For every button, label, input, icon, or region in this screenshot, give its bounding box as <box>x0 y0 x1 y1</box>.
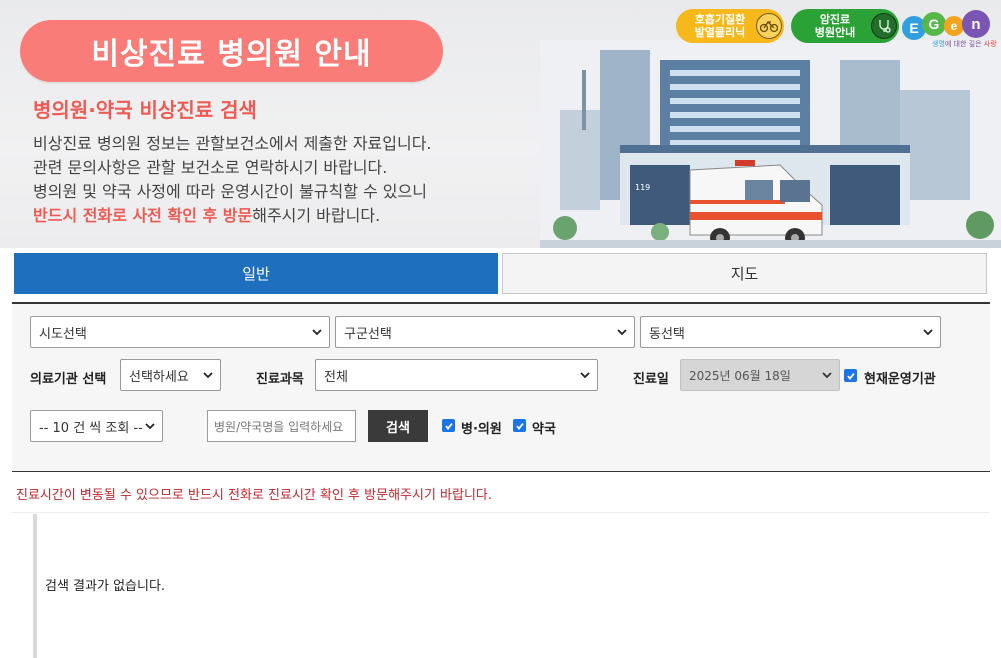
check-icon <box>846 372 855 380</box>
hero-banner: 비상진료 병의원 안내 병의원·약국 비상진료 검색 비상진료 병의원 정보는 … <box>0 0 1001 248</box>
respiratory-label-1: 호흡기질환 <box>694 13 746 26</box>
respiratory-label-2: 발열클리닉 <box>694 26 746 39</box>
cancer-label-1: 암진료 <box>819 13 851 26</box>
result-area <box>33 514 993 658</box>
empty-result-message: 검색 결과가 없습니다. <box>45 579 166 594</box>
hospital-illustration: 119 <box>540 40 1001 248</box>
hospital-checkbox[interactable] <box>442 419 455 432</box>
banner-subtitle: 병의원·약국 비상진료 검색 <box>33 98 257 122</box>
date-value: 2025년 06월 18일 <box>689 368 791 383</box>
respiratory-clinic-button[interactable]: 호흡기질환 발열클리닉 <box>676 9 784 43</box>
bicycle-icon <box>756 13 782 39</box>
dong-select[interactable]: 동선택 <box>640 316 941 348</box>
chevron-down-icon <box>617 329 627 336</box>
page-title: 비상진료 병의원 안내 <box>20 20 443 82</box>
currently-open-label: 현재운영기관 <box>864 372 936 387</box>
chevron-down-icon <box>580 372 590 379</box>
sido-value: 시도선택 <box>39 326 87 342</box>
tab-general[interactable]: 일반 <box>14 253 498 294</box>
pharmacy-checkbox[interactable] <box>513 419 526 432</box>
page-size-select[interactable]: -- 10 건 씩 조회 -- <box>30 410 163 442</box>
department-label: 진료과목 <box>256 372 304 387</box>
name-search-placeholder: 병원/약국명을 입력하세요 <box>214 419 344 434</box>
department-select[interactable]: 전체 <box>315 359 598 391</box>
divider <box>12 512 990 513</box>
desc-line-4: 반드시 전화로 사전 확인 후 방문해주시기 바랍니다. <box>33 204 432 228</box>
hospital-check-label: 병·의원 <box>461 422 502 437</box>
date-label: 진료일 <box>633 372 669 387</box>
banner-description: 비상진료 병의원 정보는 관할보건소에서 제출한 자료입니다. 관련 문의사항은… <box>33 132 432 228</box>
dong-value: 동선택 <box>649 326 685 342</box>
institution-label: 의료기관 선택 <box>30 372 107 387</box>
institution-select[interactable]: 선택하세요 <box>120 359 221 391</box>
page-size-value: -- 10 건 씩 조회 -- <box>39 420 143 436</box>
desc-highlight: 반드시 전화로 사전 확인 후 방문 <box>33 206 253 225</box>
stethoscope-icon <box>871 13 897 39</box>
logo-letter-n: n <box>962 10 990 38</box>
check-icon <box>515 422 524 430</box>
desc-line-4-rest: 해주시기 바랍니다. <box>252 206 381 225</box>
cancer-care-button[interactable]: 암진료 병원안내 <box>791 9 899 43</box>
name-search-input[interactable]: 병원/약국명을 입력하세요 <box>207 410 356 442</box>
cancer-label-2: 병원안내 <box>814 26 856 39</box>
tab-map[interactable]: 지도 <box>502 253 987 294</box>
check-icon <box>444 422 453 430</box>
logo-letter-g: G <box>922 12 946 36</box>
sido-select[interactable]: 시도선택 <box>30 316 330 348</box>
pharmacy-check-label: 약국 <box>532 422 556 437</box>
desc-line-1: 비상진료 병의원 정보는 관할보건소에서 제출한 자료입니다. <box>33 134 432 153</box>
institution-value: 선택하세요 <box>129 369 189 385</box>
gugun-value: 구군선택 <box>344 326 392 342</box>
desc-line-2: 관련 문의사항은 관할 보건소로 연락하시기 바랍니다. <box>33 158 388 177</box>
chevron-down-icon <box>145 423 155 430</box>
logo-tagline: 생명에 대한 깊은 사랑 <box>932 40 997 48</box>
egen-logo[interactable]: E G e n 생명에 대한 깊은 사랑 <box>902 8 997 53</box>
gugun-select[interactable]: 구군선택 <box>335 316 635 348</box>
search-button[interactable]: 검색 <box>368 410 428 442</box>
date-select[interactable]: 2025년 06월 18일 <box>680 359 840 391</box>
desc-line-3: 병의원 및 약국 사정에 따라 운영시간이 불규칙할 수 있으니 <box>33 182 427 201</box>
currently-open-checkbox[interactable] <box>844 369 857 382</box>
logo-letter-e2: e <box>944 16 964 36</box>
ambulance-sign: 119 <box>635 183 650 192</box>
chevron-down-icon <box>923 329 933 336</box>
notice-text: 진료시간이 변동될 수 있으므로 반드시 전화로 진료시간 확인 후 방문해주시… <box>16 488 493 503</box>
chevron-down-icon <box>203 372 213 379</box>
department-value: 전체 <box>324 369 348 385</box>
chevron-down-icon <box>312 329 322 336</box>
chevron-down-icon <box>822 372 832 379</box>
